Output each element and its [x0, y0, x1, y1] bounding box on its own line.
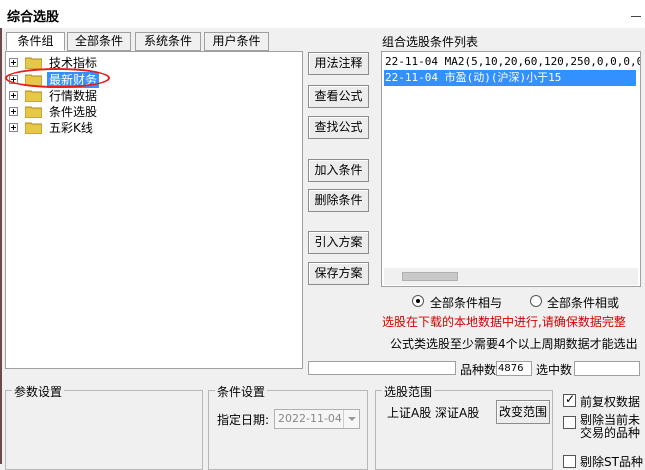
- view-formula-button[interactable]: 查看公式: [308, 85, 369, 108]
- params-group: 参数设置: [5, 383, 203, 470]
- selected-count-label: 选中数: [536, 363, 573, 377]
- change-range-button[interactable]: 改变范围: [496, 400, 550, 424]
- radio-all-and-label: 全部条件相与: [430, 296, 503, 310]
- stock-range-title: 选股范围: [382, 383, 435, 400]
- checkbox-exclude-untraded-label: 剔除当前未交易的品种: [580, 413, 641, 440]
- add-condition-button[interactable]: 加入条件: [308, 159, 369, 182]
- date-value: 2022-11-04: [278, 412, 342, 425]
- tab-condition-group[interactable]: 条件组: [6, 32, 65, 51]
- radio-all-or[interactable]: [530, 295, 542, 307]
- expand-icon[interactable]: [9, 107, 18, 116]
- stock-count-label: 品种数: [460, 363, 497, 377]
- local-data-warning: 选股在下载的本地数据中进行,请确保数据完整: [382, 315, 626, 329]
- tab-user-conditions[interactable]: 用户条件: [204, 32, 269, 51]
- folder-icon: [25, 90, 42, 102]
- selected-count-value: [574, 361, 640, 376]
- stock-range-value: 上证A股 深证A股: [387, 406, 480, 420]
- save-plan-button[interactable]: 保存方案: [308, 262, 369, 285]
- expand-icon[interactable]: [9, 123, 18, 132]
- folder-icon: [25, 57, 42, 69]
- window-left-edge: [0, 28, 2, 464]
- tree-item-label: 五彩K线: [49, 121, 93, 135]
- import-plan-button[interactable]: 引入方案: [308, 231, 369, 254]
- tree-item-label: 行情数据: [49, 89, 98, 103]
- radio-all-or-label: 全部条件相或: [547, 296, 620, 310]
- window-title: 综合选股: [7, 10, 60, 25]
- horizontal-scrollbar[interactable]: [384, 268, 638, 285]
- checkbox-forward-adjusted[interactable]: [563, 392, 576, 407]
- usage-notes-button[interactable]: 用法注释: [308, 52, 369, 75]
- chevron-down-icon[interactable]: [343, 410, 359, 428]
- minimize-icon[interactable]: [631, 9, 641, 19]
- find-formula-button[interactable]: 查找公式: [308, 116, 369, 139]
- condition-list[interactable]: 22-11-04 MA2(5,10,20,60,120,250,0,0,0,0)…: [381, 51, 641, 287]
- condition-list-title: 组合选股条件列表: [382, 35, 479, 49]
- scrollbar-thumb[interactable]: [402, 272, 458, 281]
- tab-system-conditions[interactable]: 系统条件: [135, 32, 201, 51]
- condition-settings-title: 条件设置: [215, 383, 268, 400]
- list-item[interactable]: 22-11-04 MA2(5,10,20,60,120,250,0,0,0,0)…: [384, 54, 640, 70]
- radio-all-and[interactable]: [412, 295, 424, 307]
- checkbox-exclude-st-label: 剔除ST品种: [580, 455, 643, 469]
- highlight-annotation: [5, 68, 110, 88]
- progress-bar: [308, 361, 456, 375]
- expand-icon[interactable]: [9, 58, 18, 67]
- tab-all-conditions[interactable]: 全部条件: [67, 32, 131, 51]
- list-item[interactable]: 22-11-04 市盈(动)(沪深)小于15: [384, 70, 636, 86]
- folder-icon: [25, 106, 42, 118]
- condition-tree[interactable]: 技术指标 最新财务 行情数据 条件选股 五彩K线: [5, 51, 303, 369]
- checkbox-forward-adjusted-label: 前复权数据: [580, 395, 641, 409]
- checkbox-exclude-st[interactable]: [563, 455, 576, 468]
- expand-icon[interactable]: [9, 91, 18, 100]
- title-bar: 综合选股: [0, 0, 645, 28]
- tree-item-label: 条件选股: [49, 105, 98, 119]
- params-title: 参数设置: [12, 383, 65, 400]
- stock-count-value: 4876: [496, 361, 532, 376]
- formula-warning: 公式类选股至少需要4个以上周期数据才能选出: [390, 337, 638, 351]
- condition-settings-group: 条件设置: [208, 383, 368, 470]
- delete-condition-button[interactable]: 删除条件: [308, 189, 369, 212]
- checkbox-exclude-untraded[interactable]: [563, 416, 576, 429]
- folder-icon: [25, 122, 42, 134]
- date-select[interactable]: 2022-11-04: [274, 409, 360, 429]
- date-label: 指定日期:: [217, 413, 270, 427]
